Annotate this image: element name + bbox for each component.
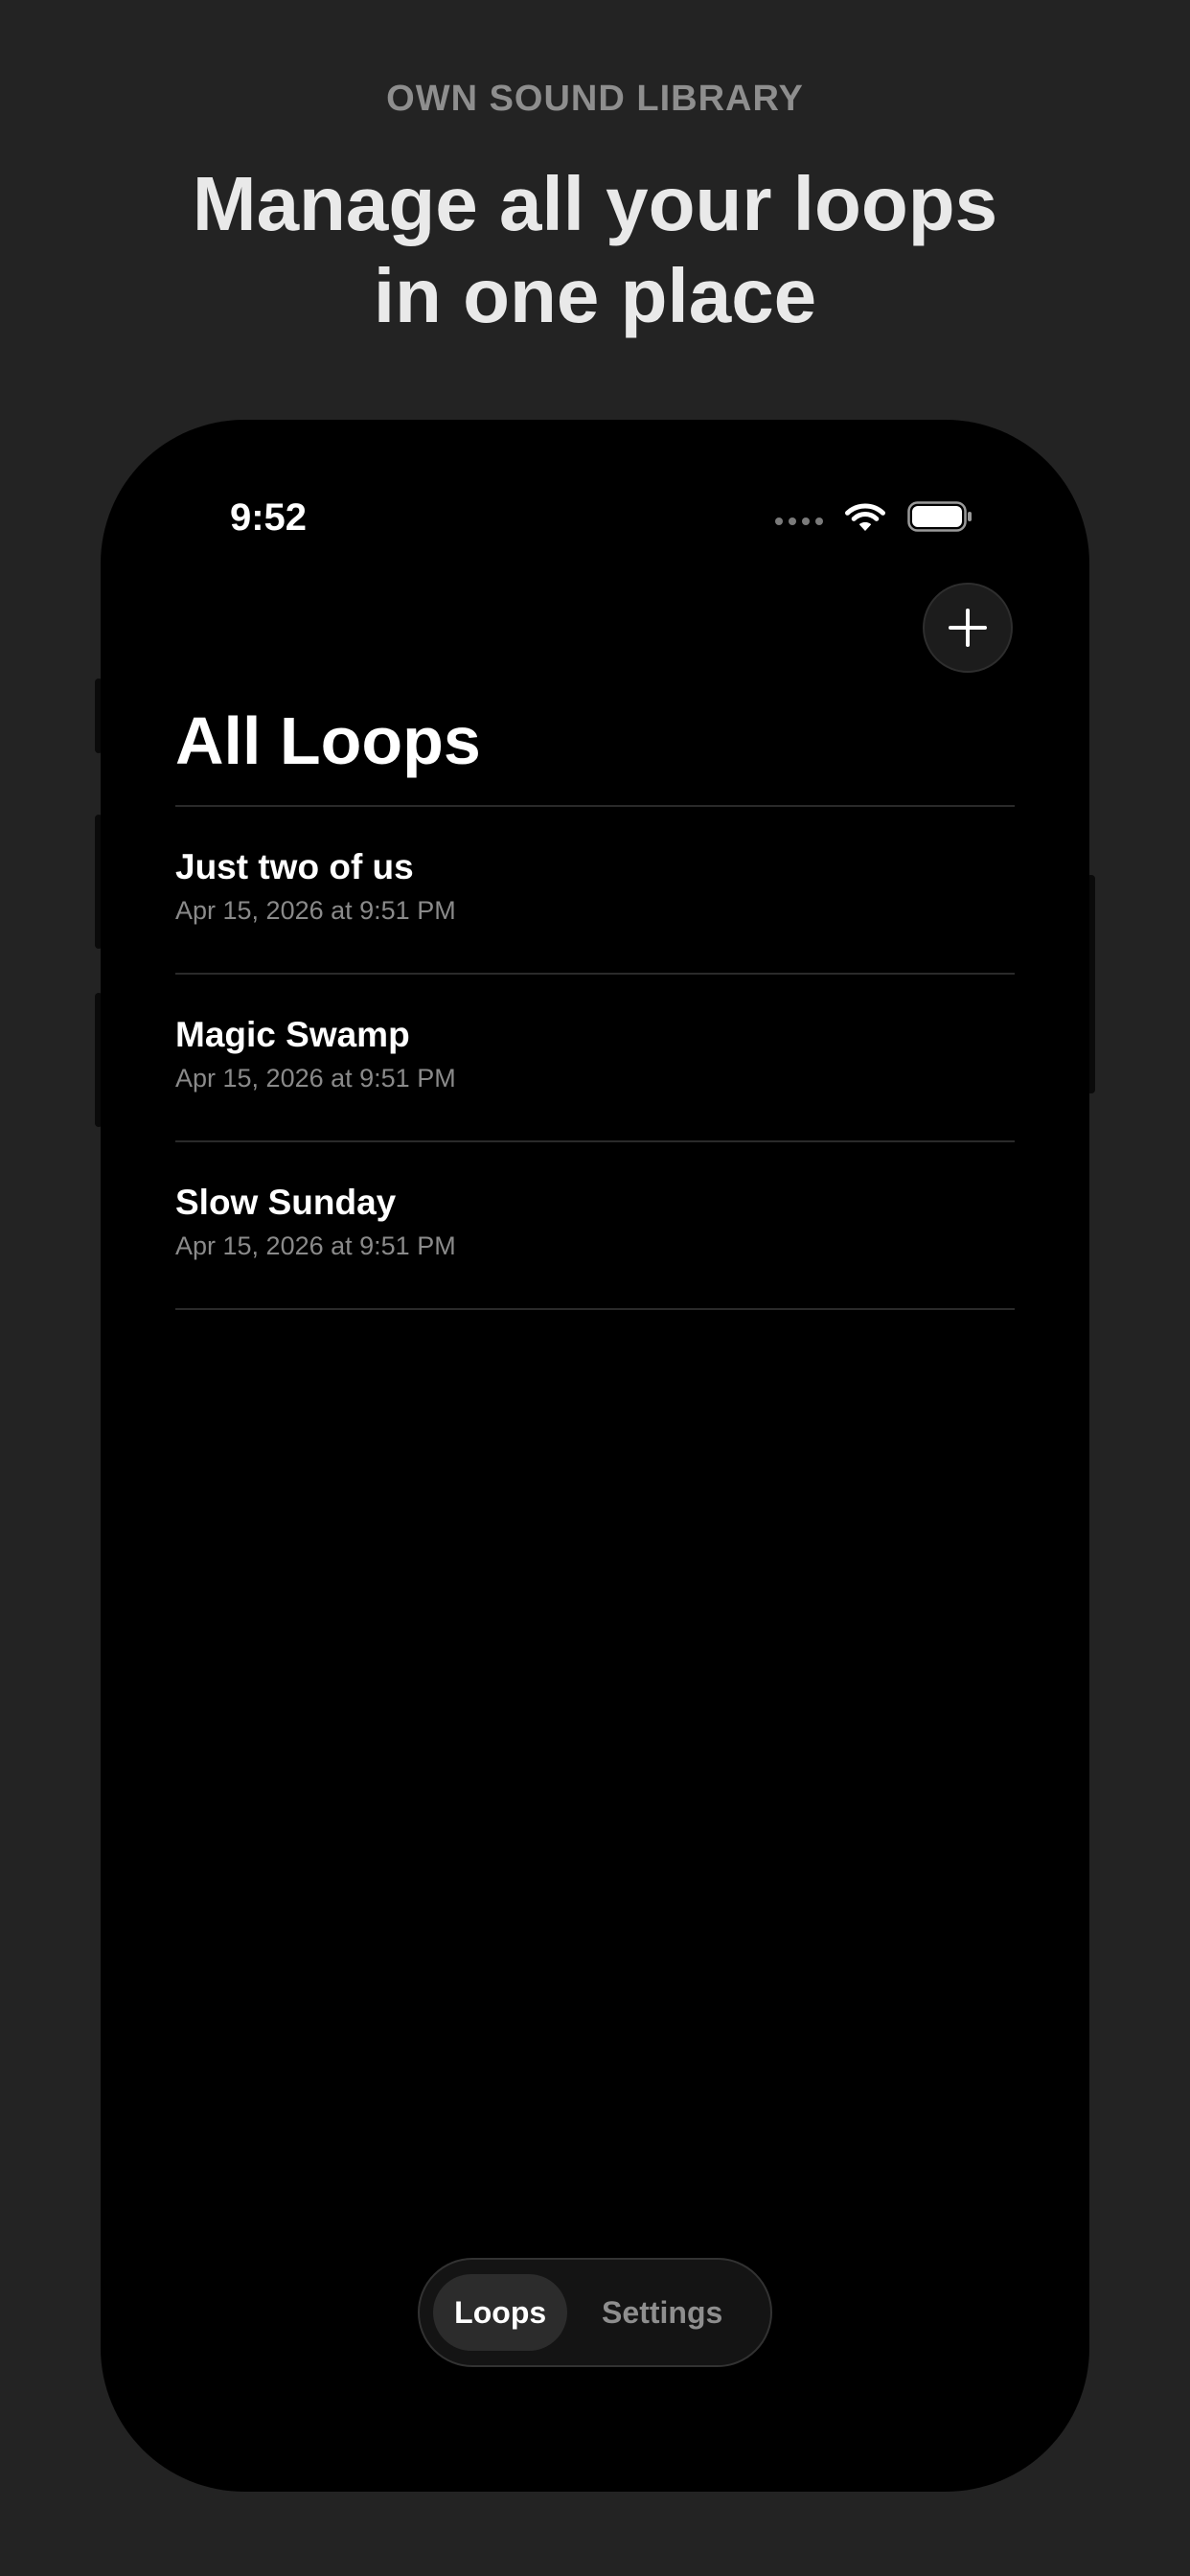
signal-dots-icon bbox=[775, 518, 823, 525]
page-title: All Loops bbox=[175, 703, 481, 778]
phone-screen: 9:52 All Loops Just two of us Apr 15, 20… bbox=[101, 420, 1089, 2492]
loop-date: Apr 15, 2026 at 9:51 PM bbox=[175, 896, 456, 925]
list-item[interactable]: Just two of us Apr 15, 2026 at 9:51 PM bbox=[175, 807, 1015, 975]
tab-loops[interactable]: Loops bbox=[433, 2274, 568, 2351]
loop-date: Apr 15, 2026 at 9:51 PM bbox=[175, 1231, 456, 1260]
eyebrow-label: OWN SOUND LIBRARY bbox=[386, 79, 804, 119]
loop-name: Slow Sunday bbox=[175, 1183, 397, 1222]
headline: Manage all your loops in one place bbox=[0, 158, 1190, 342]
battery-icon bbox=[907, 501, 973, 532]
add-loop-button[interactable] bbox=[923, 583, 1013, 673]
loop-name: Magic Swamp bbox=[175, 1015, 410, 1054]
list-item[interactable]: Magic Swamp Apr 15, 2026 at 9:51 PM bbox=[175, 975, 1015, 1142]
list-item[interactable]: Slow Sunday Apr 15, 2026 at 9:51 PM bbox=[175, 1142, 1015, 1310]
status-time: 9:52 bbox=[229, 496, 308, 539]
loops-list: Just two of us Apr 15, 2026 at 9:51 PM M… bbox=[175, 805, 1015, 1310]
loop-name: Just two of us bbox=[175, 847, 414, 886]
headline-line-2: in one place bbox=[373, 253, 817, 338]
wifi-icon bbox=[844, 500, 886, 533]
loop-date: Apr 15, 2026 at 9:51 PM bbox=[175, 1064, 456, 1092]
plus-icon bbox=[948, 608, 988, 648]
headline-line-1: Manage all your loops bbox=[192, 161, 998, 246]
tab-bar: Loops Settings bbox=[418, 2258, 772, 2367]
tab-settings[interactable]: Settings bbox=[567, 2274, 757, 2351]
status-icons bbox=[775, 500, 973, 533]
